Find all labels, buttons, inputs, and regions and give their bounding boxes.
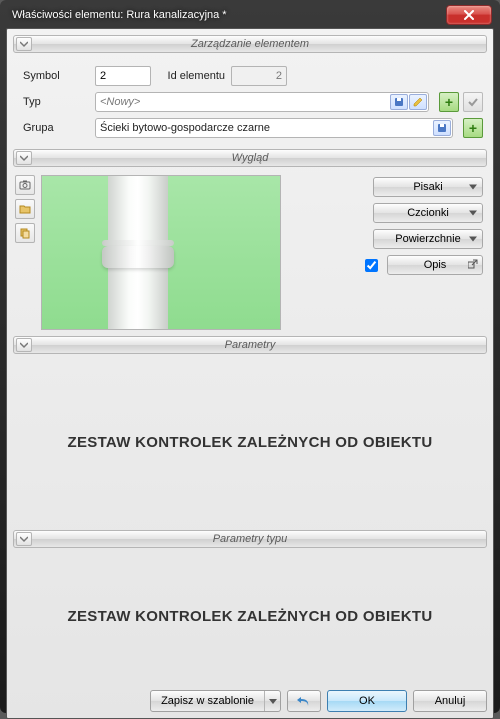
camera-icon[interactable] — [15, 175, 35, 195]
plus-icon: + — [445, 95, 453, 109]
client-area: Zarządzanie elementem Symbol Id elementu… — [6, 28, 494, 719]
section-parameters-title: Parametry — [14, 339, 486, 351]
preview-3d — [41, 175, 281, 330]
section-appearance-title: Wygląd — [14, 152, 486, 164]
section-management-header[interactable]: Zarządzanie elementem — [13, 35, 487, 53]
symbol-input[interactable] — [95, 66, 151, 86]
type-confirm-button[interactable] — [463, 92, 483, 112]
close-button[interactable] — [446, 5, 492, 25]
save-template-button[interactable]: Zapisz w szablonie — [150, 690, 281, 712]
group-dropdown-icon[interactable] — [433, 120, 451, 136]
plus-icon: + — [469, 121, 477, 135]
appearance-body: Pisaki Czcionki Powierzchnie Opis — [13, 171, 487, 332]
cancel-button[interactable]: Anuluj — [413, 690, 487, 712]
group-value: Ścieki bytowo-gospodarcze czarne — [100, 122, 270, 134]
surfaces-button[interactable]: Powierzchnie — [373, 229, 483, 249]
pipe-3d — [108, 175, 168, 330]
folder-icon[interactable] — [15, 199, 35, 219]
undo-button[interactable] — [287, 690, 321, 712]
titlebar: Właściwości elementu: Rura kanalizacyjna… — [6, 6, 494, 28]
ok-button[interactable]: OK — [327, 690, 407, 712]
chevron-down-icon — [469, 237, 477, 242]
save-template-dropdown[interactable] — [264, 691, 280, 711]
copy-icon[interactable] — [15, 223, 35, 243]
collapse-icon[interactable] — [16, 37, 32, 51]
id-input — [231, 66, 287, 86]
footer-buttons: Zapisz w szablonie OK Anuluj — [13, 684, 487, 712]
window-title: Właściwości elementu: Rura kanalizacyjna… — [12, 9, 227, 21]
type-add-button[interactable]: + — [439, 92, 459, 112]
group-add-button[interactable]: + — [463, 118, 483, 138]
label-symbol: Symbol — [17, 70, 89, 82]
group-select[interactable]: Ścieki bytowo-gospodarcze czarne — [95, 118, 453, 138]
desc-checkbox[interactable] — [365, 259, 378, 272]
pens-button[interactable]: Pisaki — [373, 177, 483, 197]
close-icon — [464, 10, 474, 20]
type-save-icon[interactable] — [390, 94, 408, 110]
section-type-parameters-header[interactable]: Parametry typu — [13, 530, 487, 548]
section-appearance-header[interactable]: Wygląd — [13, 149, 487, 167]
parameters-placeholder: ZESTAW KONTROLEK ZALEŻNYCH OD OBIEKTU — [13, 358, 487, 526]
chevron-down-icon — [469, 185, 477, 190]
undo-icon — [296, 694, 312, 708]
desc-button[interactable]: Opis — [387, 255, 483, 275]
section-parameters-header[interactable]: Parametry — [13, 336, 487, 354]
type-select[interactable]: <Nowy> — [95, 92, 429, 112]
fonts-button[interactable]: Czcionki — [373, 203, 483, 223]
section-type-parameters-title: Parametry typu — [14, 533, 486, 545]
collapse-icon[interactable] — [16, 338, 32, 352]
collapse-icon[interactable] — [16, 532, 32, 546]
type-parameters-placeholder: ZESTAW KONTROLEK ZALEŻNYCH OD OBIEKTU — [13, 552, 487, 680]
label-type: Typ — [17, 96, 89, 108]
label-group: Grupa — [17, 122, 89, 134]
chevron-down-icon — [269, 699, 277, 704]
management-form: Symbol Id elementu Typ <Nowy> + — [13, 57, 487, 145]
chevron-down-icon — [469, 211, 477, 216]
type-edit-icon[interactable] — [409, 94, 427, 110]
section-management-title: Zarządzanie elementem — [14, 38, 486, 50]
external-icon — [468, 259, 478, 269]
collapse-icon[interactable] — [16, 151, 32, 165]
label-id: Id elementu — [157, 70, 225, 82]
dialog-window: Właściwości elementu: Rura kanalizacyjna… — [0, 0, 500, 713]
type-value: <Nowy> — [100, 96, 140, 108]
